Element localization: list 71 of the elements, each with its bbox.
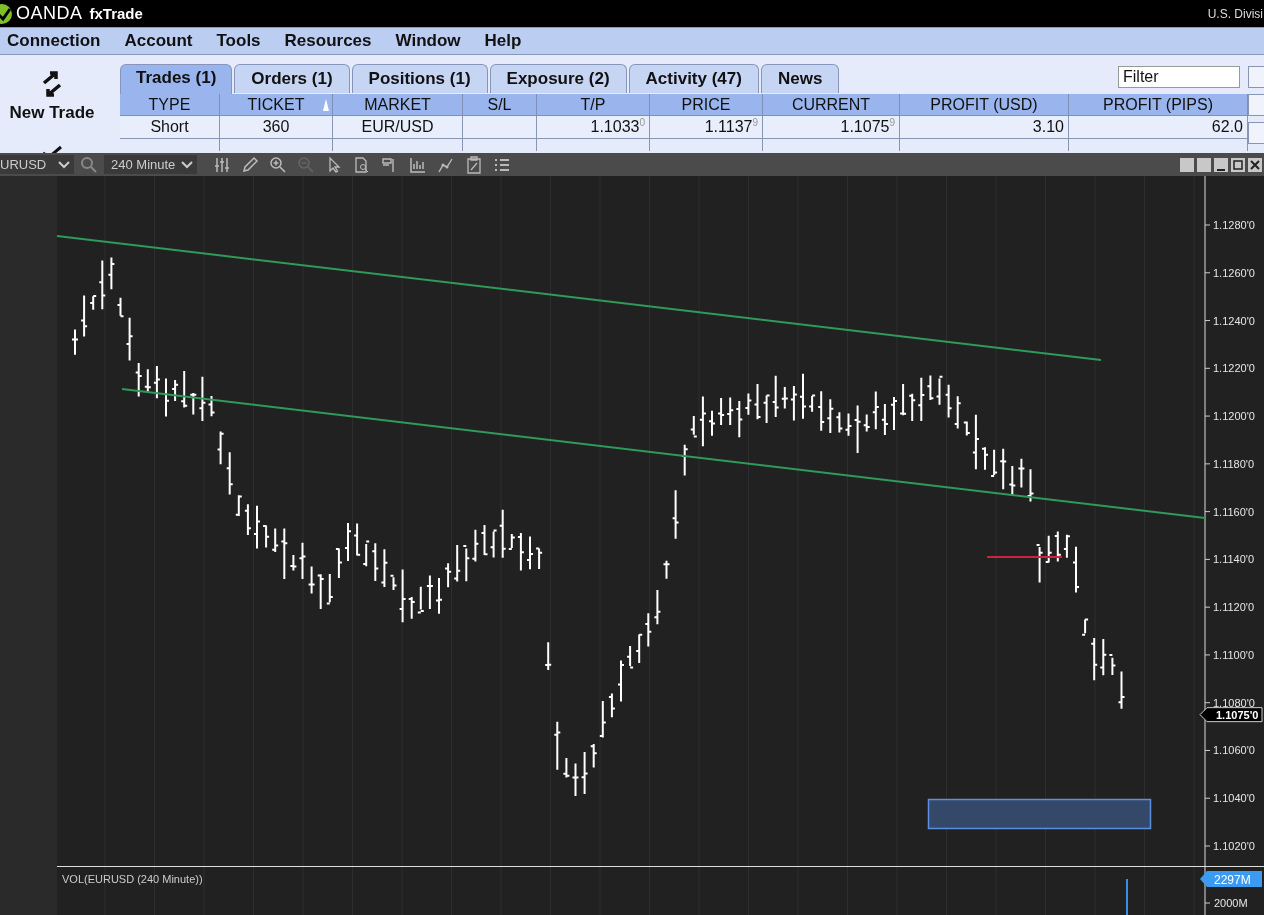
clipboard-icon[interactable] [465,155,484,174]
price-axis-label: 1.1100'0 [1213,648,1255,661]
timeframe-select[interactable]: 240 Minute [104,155,198,174]
column-header[interactable]: TICKET [220,94,333,116]
menu-item[interactable]: Resources [277,31,384,51]
product-name: fxTrade [89,5,143,22]
trend-line[interactable] [121,388,1206,519]
tab[interactable]: Positions (1) [351,64,488,93]
column-header[interactable]: MARKET [333,94,463,116]
volume-marker: 2297M [1200,871,1262,887]
table-cell: 1.1075$^{9}$ [763,116,900,139]
menu-item[interactable]: Window [388,31,473,51]
caret-icon [58,160,70,169]
price-axis-label: 1.1240'0 [1213,314,1255,327]
sort-icon [323,99,329,111]
caret-icon [181,160,194,169]
price-axis-label: 1.1040'0 [1213,792,1255,805]
brand-name: OANDA [16,3,83,24]
column-header[interactable]: PRICE [650,94,763,116]
column-header[interactable]: T/P [537,94,650,116]
price-axis-label: 1.1020'0 [1213,840,1255,852]
tab[interactable]: News [760,64,840,93]
new-trade-button[interactable]: New Trade [5,55,99,125]
table-cell: Short [120,116,220,139]
tab[interactable]: Trades (1) [120,64,233,94]
table-cell: 62.0 [1069,116,1248,139]
price-axis-label: 1.1260'0 [1213,266,1255,279]
price-axis-label: 1.1280'0 [1213,219,1255,231]
tab[interactable]: Exposure (2) [489,64,627,93]
indicators-icon[interactable] [213,155,232,174]
column-header[interactable]: CURRENT [763,94,900,116]
price-axis-label: 1.1200'0 [1213,410,1255,423]
price-axis-label: 1.1060'0 [1213,744,1255,757]
column-header[interactable]: PROFIT (PIPS) [1069,94,1248,116]
menu-item[interactable]: Help [477,31,534,51]
pencil-icon[interactable] [241,155,260,174]
table-cell: EUR/USD [333,116,463,139]
price-axis-label: 1.1080'0 [1213,696,1255,709]
filter-field[interactable]: Filter [1118,65,1240,88]
table-cell: 360 [220,116,333,139]
column-header[interactable]: TYPE [120,94,220,116]
volume-axis-label: 2000M [1214,897,1248,909]
search-icon[interactable] [80,155,98,174]
panel-icon[interactable] [1180,157,1194,172]
price-axis-label: 1.1220'0 [1213,362,1255,375]
volume-pane-title: VOL(EURUSD (240 Minute)) [62,873,203,885]
level-line[interactable] [986,556,1063,558]
price-axis-label: 1.1160'0 [1213,505,1255,518]
price-axis-label: 1.1180'0 [1213,457,1255,470]
table-cell: 1.1033$^{0}$ [537,116,650,139]
bar-chart-icon[interactable] [409,155,428,174]
instrument-select[interactable]: URUSD [0,155,74,174]
table-cell: 1.1137$^{9}$ [650,116,763,139]
panel-icon[interactable] [1197,157,1211,172]
maximize-icon[interactable] [1231,157,1245,172]
highlight-rectangle[interactable] [927,798,1152,830]
minimize-icon[interactable] [1214,157,1228,172]
price-axis-label: 1.1120'0 [1213,601,1255,614]
menu-item[interactable]: Connection [0,31,113,51]
zoom-in-icon[interactable] [269,155,288,174]
tab[interactable]: Orders (1) [234,64,350,93]
column-header[interactable]: PROFIT (USD) [900,94,1069,116]
tab[interactable]: Activity (47) [628,64,759,93]
menu-item[interactable]: Account [117,31,205,51]
division-label: U.S. Divisi [1207,6,1263,21]
price-axis-label: 1.1140'0 [1213,553,1255,566]
menu-item[interactable]: Tools [209,31,273,51]
close-icon[interactable] [1248,157,1262,172]
current-price-marker: 1.1075'0 [1199,707,1263,723]
column-header[interactable]: S/L [463,94,537,116]
table-cell: 3.10 [900,116,1069,139]
